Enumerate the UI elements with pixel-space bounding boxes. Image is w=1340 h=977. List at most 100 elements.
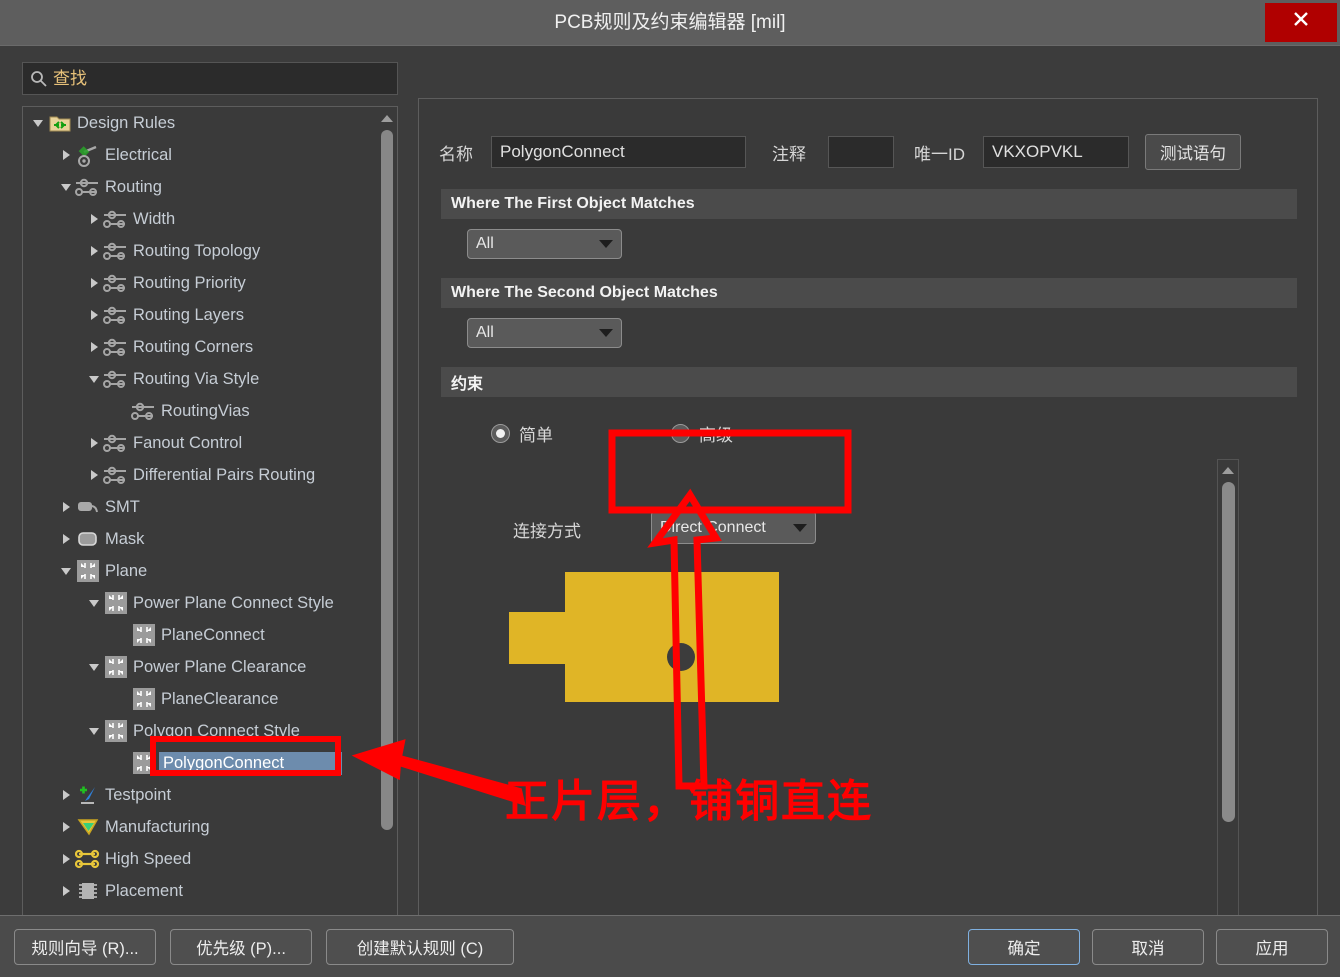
tree-scrollbar[interactable]: [378, 108, 396, 949]
tree-twisty-closed-icon[interactable]: [85, 459, 103, 491]
close-button[interactable]: [1265, 3, 1337, 42]
connect-style-label: 连接方式: [513, 522, 581, 541]
tree-item-routingvias[interactable]: RoutingVias: [23, 395, 397, 427]
connect-style-dropdown[interactable]: Direct Connect: [651, 511, 816, 544]
plane-icon: [103, 718, 129, 744]
title-bar: PCB规则及约束编辑器 [mil]: [0, 0, 1340, 45]
electrical-icon: [75, 142, 101, 168]
tree-item-label: Routing Corners: [133, 337, 254, 356]
tree-twisty-open-icon[interactable]: [85, 715, 103, 747]
tree-item-design-rules[interactable]: Design Rules: [23, 107, 397, 139]
tree-twisty-closed-icon[interactable]: [57, 843, 75, 875]
unique-id-input[interactable]: [983, 136, 1129, 168]
search-box[interactable]: [22, 62, 398, 95]
comment-label: 注释: [772, 144, 806, 164]
mask-icon: [75, 526, 101, 552]
comment-input[interactable]: [828, 136, 894, 168]
tree-item-plane[interactable]: Plane: [23, 555, 397, 587]
tree-twisty-closed-icon[interactable]: [57, 523, 75, 555]
tree-item-fanout-control[interactable]: Fanout Control: [23, 427, 397, 459]
content-scroll-up-button[interactable]: [1218, 462, 1238, 478]
tree-item-routing-corners[interactable]: Routing Corners: [23, 331, 397, 363]
routing-icon: [75, 174, 101, 200]
design-rules-tree[interactable]: Design Rules Electrical Routing Width Routin…: [22, 106, 398, 951]
tree-item-label: Routing Priority: [133, 273, 246, 292]
tree-twisty-closed-icon[interactable]: [57, 811, 75, 843]
content-scroll-thumb[interactable]: [1222, 482, 1235, 822]
first-object-scope-value: All: [476, 235, 494, 252]
radio-simple[interactable]: 简单: [491, 421, 553, 446]
tree-twisty-open-icon[interactable]: [57, 555, 75, 587]
tree-item-routing[interactable]: Routing: [23, 171, 397, 203]
first-object-scope-dropdown[interactable]: All: [467, 229, 622, 259]
tree-item-label: Mask: [105, 529, 145, 548]
tree-item-mask[interactable]: Mask: [23, 523, 397, 555]
tree-twisty-open-icon[interactable]: [85, 587, 103, 619]
tree-item-label: Design Rules: [77, 113, 176, 132]
tree-twisty-closed-icon[interactable]: [85, 267, 103, 299]
priorities-button[interactable]: 优先级 (P)...: [170, 929, 312, 965]
tree-item-label: Width: [133, 209, 176, 228]
tree-twisty-closed-icon[interactable]: [57, 491, 75, 523]
search-input[interactable]: [53, 63, 397, 94]
tree-item-label: Placement: [105, 881, 183, 900]
create-default-rules-button[interactable]: 创建默认规则 (C): [326, 929, 514, 965]
tree-twisty-closed-icon[interactable]: [85, 427, 103, 459]
tree-item-label: PlaneClearance: [161, 689, 279, 708]
tree-item-routing-via-style[interactable]: Routing Via Style: [23, 363, 397, 395]
tree-item-power-plane-clearance[interactable]: Power Plane Clearance: [23, 651, 397, 683]
tree-item-routing-layers[interactable]: Routing Layers: [23, 299, 397, 331]
tree-item-placement[interactable]: Placement: [23, 875, 397, 907]
tree-item-planeclearance[interactable]: PlaneClearance: [23, 683, 397, 715]
tree-item-testpoint[interactable]: Testpoint: [23, 779, 397, 811]
tree-twisty-closed-icon[interactable]: [85, 203, 103, 235]
tree-item-routing-topology[interactable]: Routing Topology: [23, 235, 397, 267]
tree-item-routing-priority[interactable]: Routing Priority: [23, 267, 397, 299]
tree-item-smt[interactable]: SMT: [23, 491, 397, 523]
tree-item-polygonconnect[interactable]: PolygonConnect: [23, 747, 397, 779]
rule-wizard-button[interactable]: 规则向导 (R)...: [14, 929, 156, 965]
tree-scroll-up-button[interactable]: [378, 110, 396, 126]
tree-twisty-closed-icon[interactable]: [85, 235, 103, 267]
apply-button[interactable]: 应用: [1216, 929, 1328, 965]
chevron-down-icon: [599, 240, 613, 248]
tree-twisty-closed-icon[interactable]: [85, 331, 103, 363]
tree-twisty-open-icon[interactable]: [85, 651, 103, 683]
connect-style-value: Direct Connect: [660, 518, 766, 536]
cancel-button[interactable]: 取消: [1092, 929, 1204, 965]
tree-item-differential-pairs-routing[interactable]: Differential Pairs Routing: [23, 459, 397, 491]
rule-name-input[interactable]: [491, 136, 746, 168]
tree-item-label: Routing: [105, 177, 162, 196]
second-object-scope-value: All: [476, 324, 494, 341]
tree-twisty-open-icon[interactable]: [85, 363, 103, 395]
tree-twisty-closed-icon[interactable]: [57, 139, 75, 171]
test-query-button[interactable]: 测试语句: [1145, 134, 1241, 170]
tree-twisty-closed-icon[interactable]: [57, 779, 75, 811]
tree-item-label: Routing Via Style: [133, 369, 260, 388]
plane-icon: [131, 686, 157, 712]
tree-item-width[interactable]: Width: [23, 203, 397, 235]
tree-twisty-closed-icon[interactable]: [57, 875, 75, 907]
ok-button[interactable]: 确定: [968, 929, 1080, 965]
tree-item-polygon-connect-style[interactable]: Polygon Connect Style: [23, 715, 397, 747]
tree-item-label: SMT: [105, 497, 140, 516]
tree-twisty-open-icon[interactable]: [57, 171, 75, 203]
constraints-scrollbar[interactable]: [1217, 459, 1239, 939]
rule-header-form: 名称 注释 唯一ID 测试语句: [439, 133, 1299, 171]
tree-item-high-speed[interactable]: High Speed: [23, 843, 397, 875]
tree-twisty-closed-icon[interactable]: [85, 299, 103, 331]
name-label: 名称: [439, 144, 473, 164]
unique-id-label: 唯一ID: [914, 144, 965, 164]
tree-twisty-none: [113, 395, 131, 427]
second-object-scope-dropdown[interactable]: All: [467, 318, 622, 348]
radio-advanced[interactable]: 高级: [671, 421, 733, 446]
radio-simple-indicator: [491, 424, 510, 443]
tree-scroll-thumb[interactable]: [381, 130, 393, 830]
tree-item-planeconnect[interactable]: PlaneConnect: [23, 619, 397, 651]
tree-item-electrical[interactable]: Electrical: [23, 139, 397, 171]
tree-item-manufacturing[interactable]: Manufacturing: [23, 811, 397, 843]
tree-item-power-plane-connect-style[interactable]: Power Plane Connect Style: [23, 587, 397, 619]
tree-item-label: PolygonConnect: [159, 751, 343, 775]
tree-item-label: Power Plane Clearance: [133, 657, 307, 676]
tree-twisty-open-icon[interactable]: [29, 107, 47, 139]
